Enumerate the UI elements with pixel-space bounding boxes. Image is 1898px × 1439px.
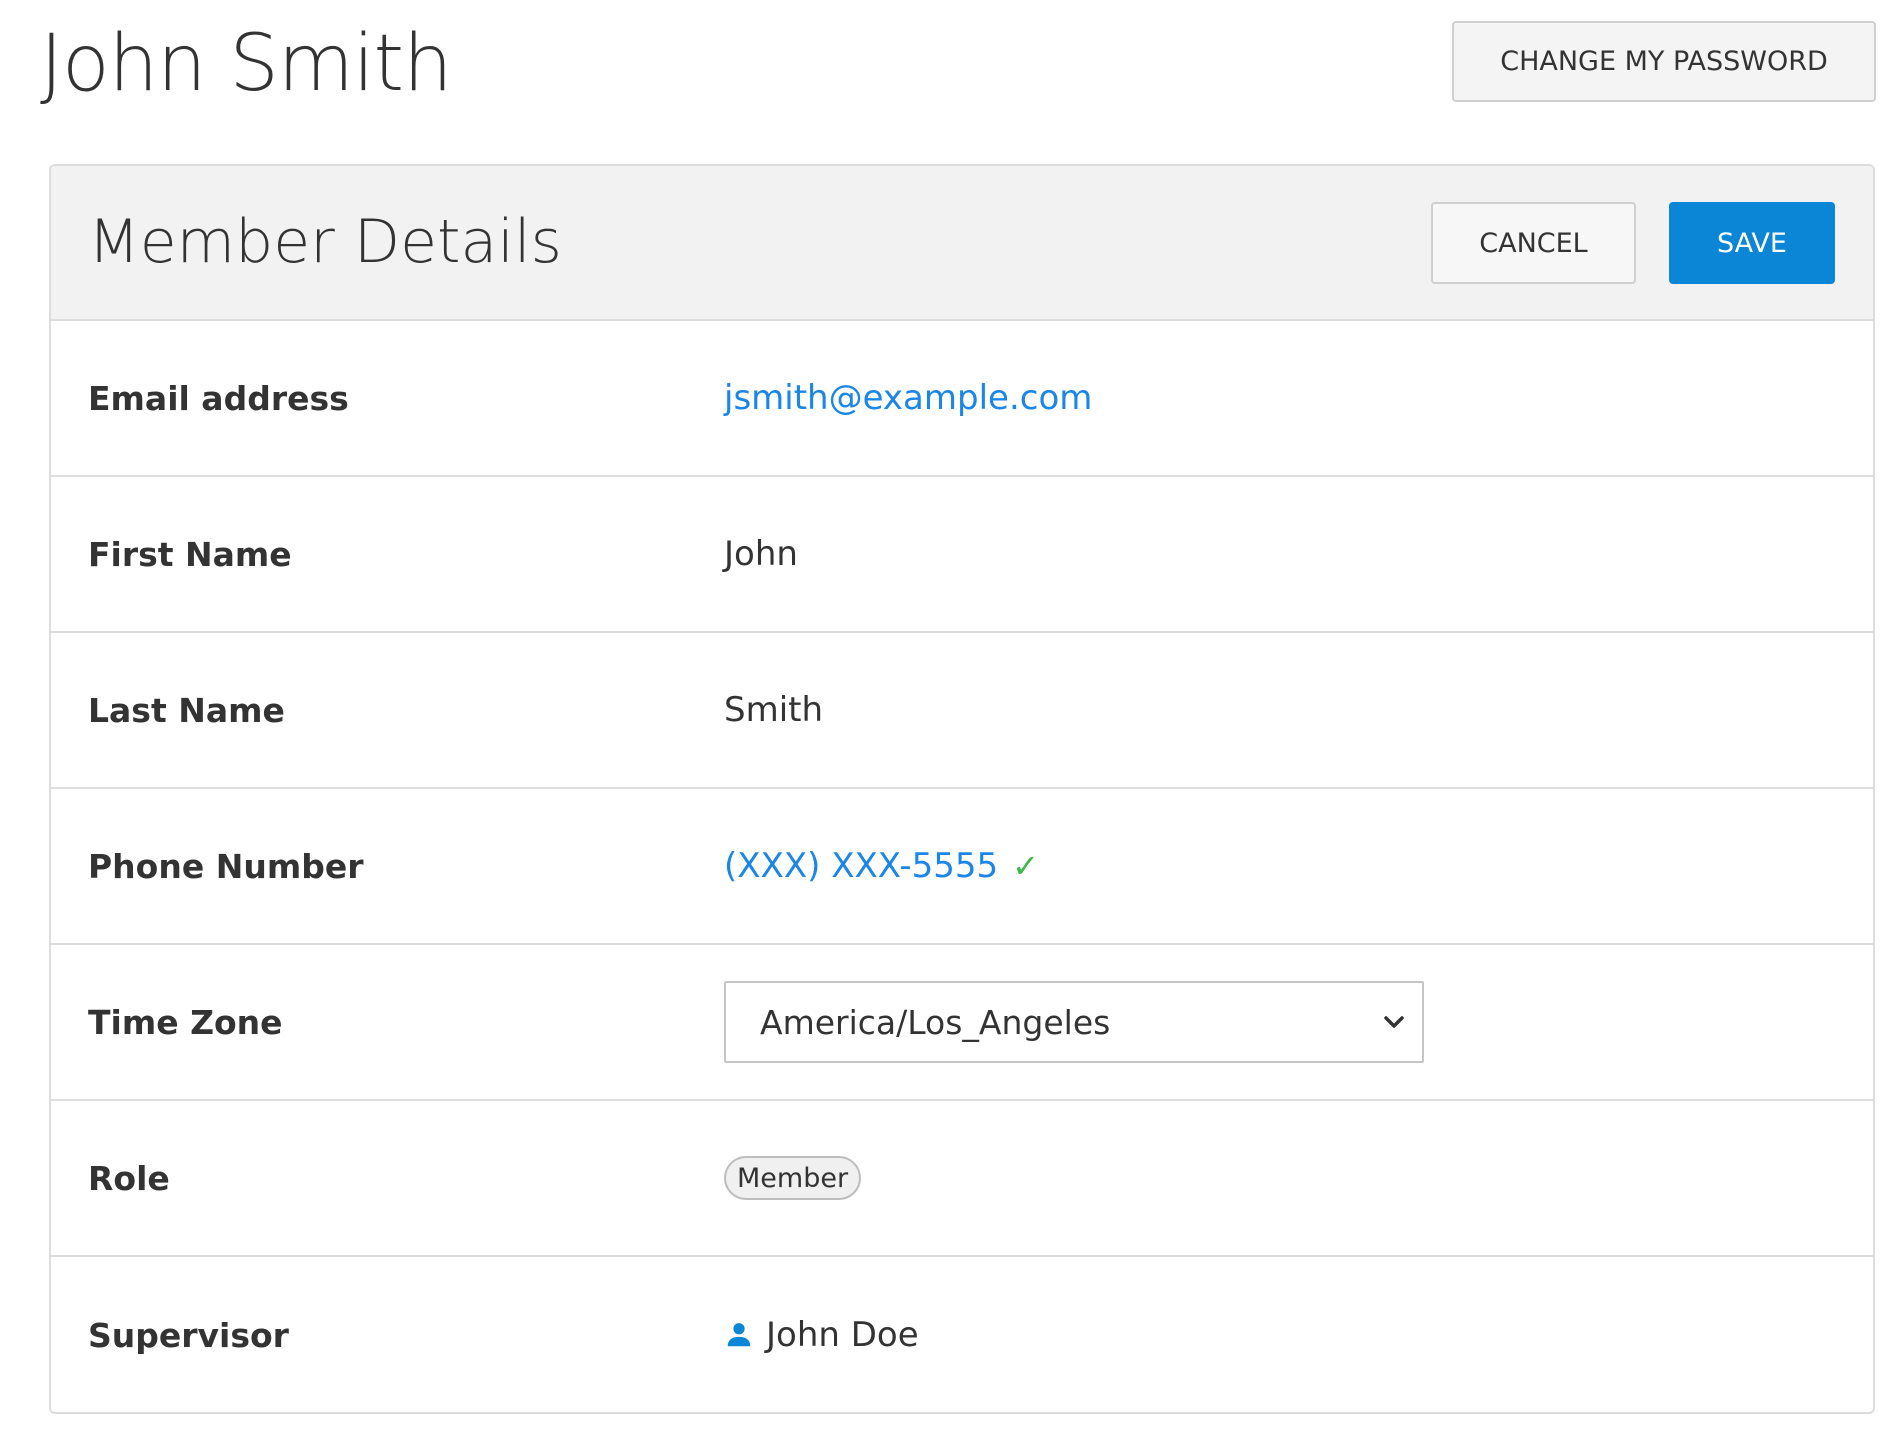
first-name-value: John — [724, 534, 798, 574]
email-link[interactable]: jsmith@example.com — [724, 378, 1092, 418]
time-zone-selected-value: America/Los_Angeles — [760, 1002, 1111, 1042]
time-zone-row: Time Zone America/Los_Angeles — [51, 945, 1873, 1101]
phone-link[interactable]: (XXX) XXX-5555 — [724, 846, 998, 886]
save-button[interactable]: SAVE — [1669, 202, 1835, 284]
role-label: Role — [88, 1158, 170, 1198]
time-zone-label: Time Zone — [88, 1002, 283, 1042]
first-name-label: First Name — [88, 534, 292, 574]
role-row: Role Member — [51, 1101, 1873, 1257]
page-header: John Smith CHANGE MY PASSWORD — [40, 20, 1876, 110]
role-value-cell: Member — [724, 1101, 862, 1255]
supervisor-value-cell: John Doe — [724, 1257, 919, 1412]
supervisor-row: Supervisor John Doe — [51, 1257, 1873, 1412]
time-zone-select[interactable]: America/Los_Angeles — [724, 981, 1424, 1063]
user-icon — [727, 1323, 751, 1347]
last-name-value: Smith — [724, 690, 824, 730]
cancel-button[interactable]: CANCEL — [1431, 202, 1636, 284]
chevron-down-icon — [1384, 1016, 1404, 1028]
supervisor-name: John Doe — [766, 1315, 919, 1355]
phone-label: Phone Number — [88, 846, 364, 886]
email-row: Email address jsmith@example.com — [51, 321, 1873, 477]
panel-title: Member Details — [88, 207, 562, 277]
phone-value-cell: (XXX) XXX-5555 ✓ — [724, 789, 1039, 943]
supervisor-label: Supervisor — [88, 1315, 289, 1355]
last-name-label: Last Name — [88, 690, 285, 730]
check-icon: ✓ — [1012, 847, 1040, 885]
email-value-cell: jsmith@example.com — [724, 321, 1092, 475]
last-name-row: Last Name Smith — [51, 633, 1873, 789]
page-title: John Smith — [40, 19, 453, 109]
panel-heading: Member Details CANCEL SAVE — [51, 166, 1873, 321]
first-name-row: First Name John — [51, 477, 1873, 633]
change-password-button[interactable]: CHANGE MY PASSWORD — [1452, 21, 1876, 102]
time-zone-value-cell: America/Los_Angeles — [724, 945, 1424, 1099]
role-badge: Member — [724, 1156, 862, 1200]
phone-row: Phone Number (XXX) XXX-5555 ✓ — [51, 789, 1873, 945]
email-label: Email address — [88, 378, 349, 418]
member-details-panel: Member Details CANCEL SAVE Email address… — [49, 164, 1875, 1414]
